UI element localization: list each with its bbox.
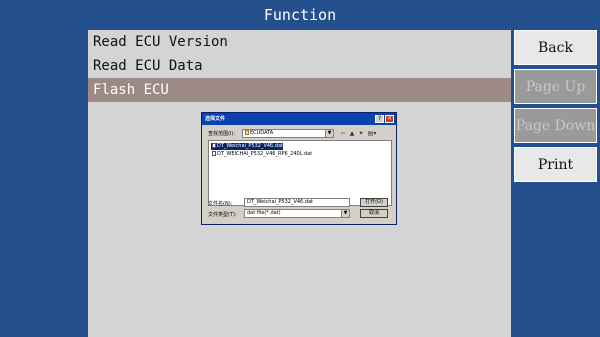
file-name: DT_WEICHAI_P532_V46_RP6_240L.dat (217, 151, 313, 157)
chevron-down-icon: ▼ (341, 210, 349, 217)
chevron-down-icon: ▼ (325, 130, 333, 137)
page-down-button[interactable]: Page Down (514, 108, 597, 143)
left-margin (0, 30, 88, 337)
menu-item-read-ecu-version[interactable]: Read ECU Version (88, 30, 511, 54)
open-button[interactable]: 打开(O) (360, 198, 388, 207)
screen-title: Function (263, 6, 337, 24)
side-button-panel: Back Page Up Page Down Print (511, 30, 600, 337)
file-item-dt-weichai-p532-v46-rp6-240l[interactable]: DT_WEICHAI_P532_V46_RP6_240L.dat (211, 151, 312, 158)
look-in-label: 查找范围(I): (208, 131, 236, 137)
filename-input[interactable]: DT_Weichai_P532_V46.dat (244, 198, 350, 207)
back-button[interactable]: Back (514, 30, 597, 65)
back-arrow-icon[interactable]: ⇦ (339, 130, 347, 137)
file-list: DT_Weichai_P532_V46.dat DT_WEICHAI_P532_… (208, 140, 392, 206)
dialog-title-bar: 选择文件 (202, 113, 396, 125)
folder-icon (245, 130, 249, 135)
up-folder-icon[interactable]: ▲ (348, 130, 356, 137)
file-name: DT_Weichai_P532_V46.dat (217, 143, 284, 149)
menu-item-flash-ecu[interactable]: Flash ECU (88, 78, 511, 102)
filetype-select[interactable]: dat file(*.dat) ▼ (244, 209, 350, 218)
help-icon[interactable]: ? (375, 115, 384, 123)
file-icon (212, 151, 216, 156)
look-in-value: ECUDATA (250, 130, 274, 136)
file-item-dt-weichai-p532-v46[interactable]: DT_Weichai_P532_V46.dat (211, 143, 284, 150)
page-up-button[interactable]: Page Up (514, 69, 597, 104)
file-open-dialog: 选择文件 ? × 查找范围(I): ECUDATA ▼ ⇦ ▲ ✦ ▤▾ DT_… (201, 112, 397, 225)
dialog-title: 选择文件 (205, 116, 226, 122)
filetype-label: 文件类型(T): (208, 212, 237, 218)
close-icon[interactable]: × (385, 115, 394, 123)
filetype-value: dat file(*.dat) (247, 210, 281, 216)
view-menu-icon[interactable]: ▤▾ (366, 130, 378, 137)
menu-item-read-ecu-data[interactable]: Read ECU Data (88, 54, 511, 78)
look-in-combo[interactable]: ECUDATA ▼ (242, 129, 334, 138)
file-icon (212, 143, 216, 148)
filename-label: 文件名(N): (208, 201, 233, 207)
new-folder-icon[interactable]: ✦ (357, 130, 365, 137)
cancel-button[interactable]: 取消 (360, 209, 388, 218)
print-button[interactable]: Print (514, 147, 597, 182)
